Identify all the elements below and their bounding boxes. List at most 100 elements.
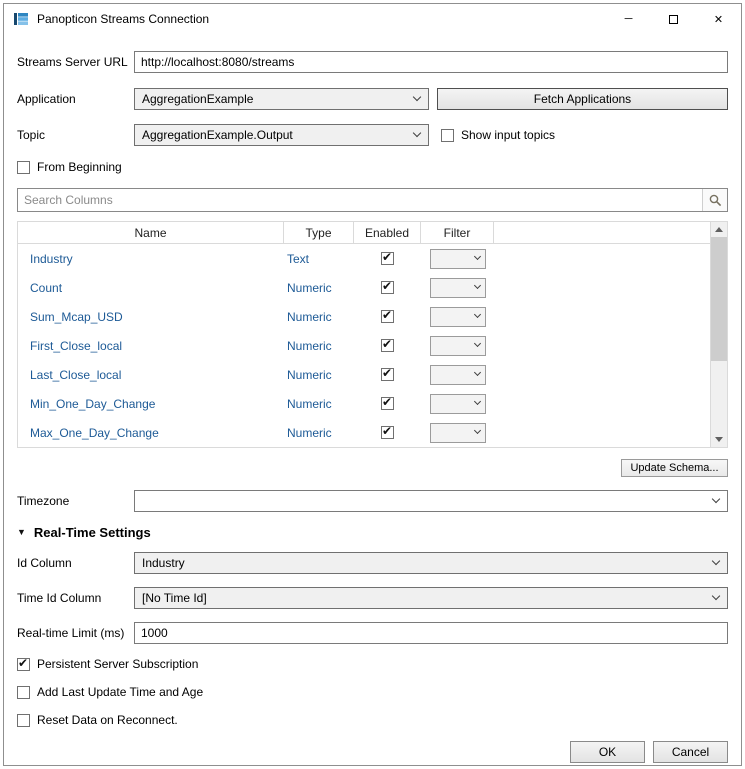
column-type-cell: Numeric bbox=[284, 426, 354, 440]
realtime-limit-label: Real-time Limit (ms) bbox=[17, 626, 134, 640]
column-name-cell: Last_Close_local bbox=[18, 368, 284, 382]
filter-combo[interactable] bbox=[430, 365, 486, 385]
application-combo[interactable]: AggregationExample bbox=[134, 88, 429, 110]
fetch-applications-button[interactable]: Fetch Applications bbox=[437, 88, 728, 110]
column-header-name[interactable]: Name bbox=[18, 222, 284, 243]
dialog-content: Streams Server URL Application Aggregati… bbox=[4, 51, 741, 763]
table-row[interactable]: First_Close_local Numeric bbox=[18, 331, 710, 360]
scrollbar-thumb[interactable] bbox=[711, 237, 727, 361]
filter-combo[interactable] bbox=[430, 278, 486, 298]
table-header: Name Type Enabled Filter bbox=[18, 222, 710, 244]
table-row[interactable]: Industry Text bbox=[18, 244, 710, 273]
topic-label: Topic bbox=[17, 128, 134, 142]
enabled-checkbox[interactable] bbox=[381, 252, 394, 265]
column-type-cell: Numeric bbox=[284, 397, 354, 411]
table-row[interactable]: Sum_Mcap_USD Numeric bbox=[18, 302, 710, 331]
streams-server-url-input[interactable] bbox=[134, 51, 728, 73]
vertical-scrollbar[interactable] bbox=[710, 222, 727, 447]
realtime-limit-input[interactable] bbox=[134, 622, 728, 644]
column-type-cell: Numeric bbox=[284, 310, 354, 324]
minimize-icon: ─ bbox=[625, 13, 633, 25]
streams-server-url-label: Streams Server URL bbox=[17, 55, 134, 69]
chevron-down-icon bbox=[413, 129, 421, 137]
filter-combo[interactable] bbox=[430, 423, 486, 443]
close-button[interactable]: ✕ bbox=[696, 4, 741, 34]
column-header-type[interactable]: Type bbox=[284, 222, 354, 243]
chevron-down-icon bbox=[473, 253, 480, 260]
chevron-down-icon bbox=[712, 592, 720, 600]
persistent-server-subscription-checkbox[interactable] bbox=[17, 658, 30, 671]
columns-grid: Name Type Enabled Filter Industry Text C… bbox=[18, 222, 710, 447]
column-header-enabled[interactable]: Enabled bbox=[354, 222, 421, 243]
chevron-down-icon bbox=[473, 369, 480, 376]
from-beginning-option: From Beginning bbox=[17, 160, 122, 174]
enabled-checkbox[interactable] bbox=[381, 339, 394, 352]
enabled-checkbox[interactable] bbox=[381, 397, 394, 410]
time-id-column-combo[interactable]: [No Time Id] bbox=[134, 587, 728, 609]
filter-combo[interactable] bbox=[430, 249, 486, 269]
time-id-column-combo-value: [No Time Id] bbox=[142, 591, 713, 605]
reset-data-on-reconnect-checkbox[interactable] bbox=[17, 714, 30, 727]
table-row[interactable]: Max_One_Day_Change Numeric bbox=[18, 418, 710, 447]
reset-data-on-reconnect-option: Reset Data on Reconnect. bbox=[17, 713, 178, 727]
window-title: Panopticon Streams Connection bbox=[37, 12, 209, 26]
add-last-update-time-option: Add Last Update Time and Age bbox=[17, 685, 203, 699]
chevron-down-icon bbox=[473, 340, 480, 347]
app-icon bbox=[13, 11, 29, 27]
enabled-checkbox[interactable] bbox=[381, 426, 394, 439]
chevron-down-icon bbox=[473, 427, 480, 434]
maximize-icon bbox=[669, 15, 678, 24]
scroll-down-button[interactable] bbox=[711, 432, 727, 447]
ok-button[interactable]: OK bbox=[570, 741, 645, 763]
show-input-topics-label: Show input topics bbox=[461, 128, 555, 142]
scrollbar-track[interactable] bbox=[711, 237, 727, 432]
column-header-filter[interactable]: Filter bbox=[421, 222, 494, 243]
column-name-cell: Max_One_Day_Change bbox=[18, 426, 284, 440]
table-row[interactable]: Last_Close_local Numeric bbox=[18, 360, 710, 389]
column-type-cell: Numeric bbox=[284, 281, 354, 295]
enabled-checkbox[interactable] bbox=[381, 281, 394, 294]
maximize-button[interactable] bbox=[651, 4, 696, 34]
id-column-combo-value: Industry bbox=[142, 556, 713, 570]
titlebar[interactable]: Panopticon Streams Connection ─ ✕ bbox=[4, 4, 741, 34]
table-row[interactable]: Count Numeric bbox=[18, 273, 710, 302]
timezone-label: Timezone bbox=[17, 494, 134, 508]
add-last-update-time-label: Add Last Update Time and Age bbox=[37, 685, 203, 699]
column-type-cell: Numeric bbox=[284, 368, 354, 382]
column-name-cell: First_Close_local bbox=[18, 339, 284, 353]
show-input-topics-checkbox[interactable] bbox=[441, 129, 454, 142]
close-icon: ✕ bbox=[714, 13, 723, 26]
columns-table: Name Type Enabled Filter Industry Text C… bbox=[17, 221, 728, 448]
panopticon-streams-connection-dialog: Panopticon Streams Connection ─ ✕ Stream… bbox=[3, 3, 742, 766]
scroll-up-button[interactable] bbox=[711, 222, 727, 237]
chevron-down-icon bbox=[413, 93, 421, 101]
enabled-checkbox[interactable] bbox=[381, 310, 394, 323]
minimize-button[interactable]: ─ bbox=[606, 4, 651, 34]
persistent-server-subscription-option: Persistent Server Subscription bbox=[17, 657, 198, 671]
update-schema-button[interactable]: Update Schema... bbox=[621, 459, 728, 477]
cancel-button[interactable]: Cancel bbox=[653, 741, 728, 763]
id-column-label: Id Column bbox=[17, 556, 134, 570]
add-last-update-time-checkbox[interactable] bbox=[17, 686, 30, 699]
chevron-down-icon bbox=[473, 398, 480, 405]
search-columns-input[interactable] bbox=[18, 189, 702, 211]
table-row[interactable]: Min_One_Day_Change Numeric bbox=[18, 389, 710, 418]
reset-data-on-reconnect-label: Reset Data on Reconnect. bbox=[37, 713, 178, 727]
filter-combo[interactable] bbox=[430, 307, 486, 327]
column-name-cell: Sum_Mcap_USD bbox=[18, 310, 284, 324]
id-column-combo[interactable]: Industry bbox=[134, 552, 728, 574]
enabled-checkbox[interactable] bbox=[381, 368, 394, 381]
window-controls: ─ ✕ bbox=[606, 4, 741, 34]
topic-combo[interactable]: AggregationExample.Output bbox=[134, 124, 429, 146]
filter-combo[interactable] bbox=[430, 336, 486, 356]
search-icon bbox=[709, 194, 722, 207]
scroll-up-icon bbox=[715, 227, 723, 232]
from-beginning-checkbox[interactable] bbox=[17, 161, 30, 174]
chevron-down-icon bbox=[473, 282, 480, 289]
persistent-server-subscription-label: Persistent Server Subscription bbox=[37, 657, 198, 671]
filter-combo[interactable] bbox=[430, 394, 486, 414]
real-time-settings-section[interactable]: ▼ Real-Time Settings bbox=[17, 524, 728, 540]
real-time-settings-title: Real-Time Settings bbox=[34, 525, 151, 540]
search-button[interactable] bbox=[702, 189, 727, 211]
timezone-combo[interactable] bbox=[134, 490, 728, 512]
